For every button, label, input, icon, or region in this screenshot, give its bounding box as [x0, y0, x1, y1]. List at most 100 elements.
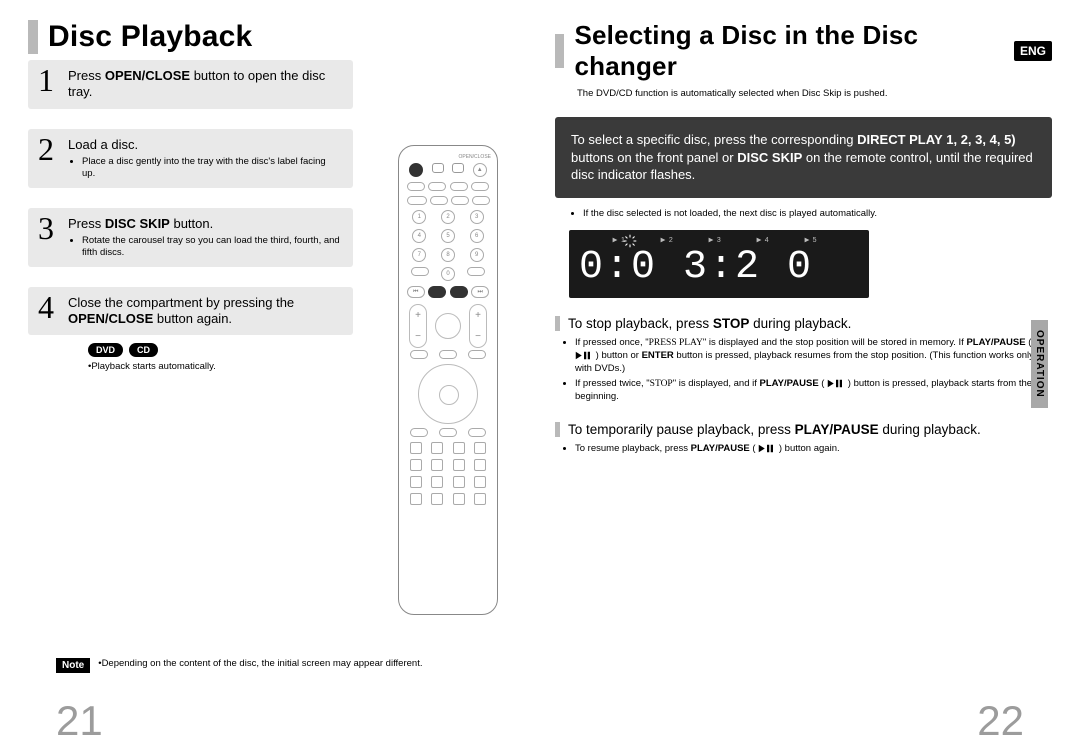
display-time: 0:0 3:2 0	[579, 248, 813, 288]
step-text: Close the compartment by pressing the OP…	[68, 295, 341, 328]
remote-button	[407, 182, 425, 191]
step-body: Press DISC SKIP button. Rotate the carou…	[68, 216, 341, 259]
pause-playback-bullets: To resume playback, press PLAY/PAUSE ( )…	[575, 443, 1052, 456]
step-text: Load a disc.	[68, 137, 341, 153]
play-pause-icon	[575, 351, 593, 360]
remote-top-labels: OPEN/CLOSE	[405, 154, 491, 160]
step-4: 4 Close the compartment by pressing the …	[28, 287, 353, 336]
remote-button	[467, 267, 485, 276]
stop-playback-heading: To stop playback, press STOP during play…	[555, 316, 1052, 331]
play-button-icon	[450, 286, 468, 298]
note-text: Depending on the content of the disc, th…	[98, 658, 422, 669]
dpad-icon	[418, 364, 478, 424]
remote-button	[410, 442, 422, 454]
remote-button	[410, 493, 422, 505]
play-pause-icon	[758, 444, 776, 453]
pause-playback-heading: To temporarily pause playback, press PLA…	[555, 422, 1052, 437]
step-sub-item: Rotate the carousel tray so you can load…	[82, 235, 341, 259]
remote-button	[468, 350, 486, 359]
step-3: 3 Press DISC SKIP button. Rotate the car…	[28, 208, 353, 267]
remote-row	[405, 493, 491, 505]
remote-button	[410, 476, 422, 488]
remote-row	[405, 459, 491, 471]
remote-button	[439, 428, 457, 437]
key-0: 0	[441, 267, 455, 281]
remote-button	[453, 476, 465, 488]
language-badge: ENG	[1014, 41, 1052, 61]
right-title-bar: Selecting a Disc in the Disc changer ENG	[555, 20, 1052, 82]
remote-row	[405, 196, 491, 205]
step-sub-list: Place a disc gently into the tray with t…	[68, 156, 341, 180]
remote-control-diagram: OPEN/CLOSE ▲ 123 4 5 6	[398, 145, 498, 615]
remote-button	[410, 350, 428, 359]
remote-button	[430, 196, 448, 205]
remote-button	[410, 459, 422, 471]
remote-button	[431, 476, 443, 488]
remote-button	[439, 350, 457, 359]
step-body: Load a disc. Place a disc gently into th…	[68, 137, 341, 180]
step-text: Press DISC SKIP button.	[68, 216, 341, 232]
right-title: Selecting a Disc in the Disc changer	[574, 20, 1004, 82]
remote-button	[411, 267, 429, 276]
keypad-row: 789	[405, 248, 491, 262]
remote-button	[453, 493, 465, 505]
badge-cd: CD	[129, 343, 158, 357]
stop-playback-bullets: If pressed once, "PRESS PLAY" is display…	[575, 337, 1052, 403]
remote-button	[451, 196, 469, 205]
dark-box-bullets: If the disc selected is not loaded, the …	[583, 208, 1052, 221]
bullet-item: To resume playback, press PLAY/PAUSE ( )…	[575, 443, 1052, 456]
step-body: Close the compartment by pressing the OP…	[68, 295, 341, 328]
title-accent	[555, 34, 564, 68]
stop-button-icon	[428, 286, 446, 298]
remote-button	[474, 493, 486, 505]
playback-auto-note: Playback starts automatically.	[88, 361, 353, 372]
bullet-item: If pressed once, "PRESS PLAY" is display…	[575, 337, 1052, 375]
power-button-icon	[409, 163, 423, 177]
badge-dvd: DVD	[88, 343, 123, 357]
remote-button	[450, 182, 468, 191]
step-2: 2 Load a disc. Place a disc gently into …	[28, 129, 353, 188]
remote-row	[405, 428, 491, 437]
note-label: Note	[56, 658, 90, 673]
key-4: 4	[412, 229, 426, 243]
remote-button	[472, 196, 490, 205]
title-accent	[28, 20, 38, 54]
left-page: Disc Playback 1 Press OPEN/CLOSE button …	[28, 20, 543, 753]
step-number: 1	[38, 62, 54, 99]
remote-button	[431, 442, 443, 454]
remote-button	[474, 459, 486, 471]
left-title-bar: Disc Playback	[28, 20, 525, 54]
direct-play-instruction: To select a specific disc, press the cor…	[555, 117, 1052, 198]
step-sub-list: Rotate the carousel tray so you can load…	[68, 235, 341, 259]
key-6: 6	[470, 229, 484, 243]
next-button-icon: ⏭	[471, 286, 489, 298]
bullet-item: If pressed twice, "STOP" is displayed, a…	[575, 378, 1052, 404]
bullet-item: If the disc selected is not loaded, the …	[583, 208, 1052, 221]
key-5: 5	[441, 229, 455, 243]
keypad-row: 4 5 6	[405, 229, 491, 243]
remote-button	[431, 493, 443, 505]
step-number: 3	[38, 210, 54, 247]
key-9: 9	[470, 248, 484, 262]
volume-control-icon: +−	[409, 304, 427, 348]
step-body: Press OPEN/CLOSE button to open the disc…	[68, 68, 341, 101]
player-display-panel: 1 2 3 4 5 0:0 3:2 0	[569, 230, 869, 298]
right-subtitle-note: The DVD/CD function is automatically sel…	[577, 88, 1052, 99]
remote-button	[474, 442, 486, 454]
remote-row	[405, 182, 491, 191]
key-7: 7	[412, 248, 426, 262]
section-tab: OPERATION	[1031, 320, 1048, 408]
disc-indicator-4: 4	[755, 236, 769, 244]
remote-button	[428, 182, 446, 191]
disc-indicator-1: 1	[611, 236, 625, 244]
open-close-button-icon: ▲	[473, 163, 487, 177]
transport-row: ⏮ ⏭	[405, 286, 491, 298]
keypad-row: 0	[405, 267, 491, 281]
page-number-left: 21	[56, 697, 103, 745]
disc-indicators: 1 2 3 4 5	[611, 236, 859, 244]
format-badges: DVD CD	[88, 343, 353, 357]
remote-button	[471, 182, 489, 191]
left-title: Disc Playback	[48, 20, 252, 54]
keypad-row: 123	[405, 210, 491, 224]
remote-row	[405, 476, 491, 488]
